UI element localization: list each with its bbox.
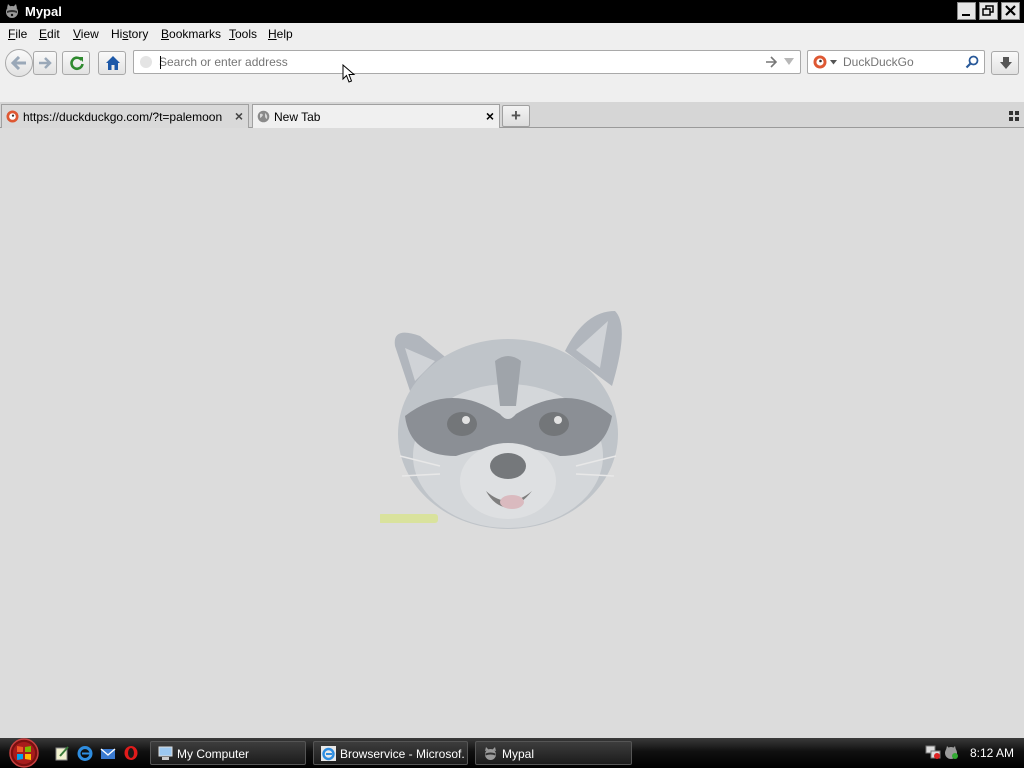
ie-icon xyxy=(321,746,336,761)
quicklaunch-ie-icon[interactable] xyxy=(77,745,93,761)
close-icon xyxy=(1005,5,1016,16)
home-icon xyxy=(106,56,120,70)
navigation-toolbar xyxy=(0,45,1024,102)
menu-help[interactable]: Help xyxy=(268,27,293,41)
quicklaunch-notepad-icon[interactable] xyxy=(54,745,70,761)
menu-bar: File Edit View History Bookmarks Tools H… xyxy=(0,23,1024,45)
menu-view[interactable]: View xyxy=(73,27,99,41)
quicklaunch-mail-icon[interactable] xyxy=(100,745,116,761)
duckduckgo-favicon-icon xyxy=(6,110,19,123)
task-label: Browservice - Microsof... xyxy=(340,747,464,761)
tab-duckduckgo[interactable]: https://duckduckgo.com/?t=palemoon × xyxy=(1,104,249,128)
back-button[interactable] xyxy=(5,49,33,77)
downloads-button[interactable] xyxy=(991,51,1019,75)
computer-icon xyxy=(158,746,173,760)
search-icon[interactable] xyxy=(965,55,979,69)
address-input[interactable] xyxy=(159,53,749,71)
back-arrow-icon xyxy=(11,56,26,70)
tab-label: https://duckduckgo.com/?t=palemoon xyxy=(23,110,223,124)
tray-app-icon[interactable] xyxy=(943,744,959,760)
menu-file[interactable]: File xyxy=(8,27,27,41)
go-arrow-icon[interactable] xyxy=(765,56,777,68)
taskbar-clock[interactable]: 8:12 AM xyxy=(970,746,1014,760)
tab-label: New Tab xyxy=(274,110,321,124)
tab-new-tab[interactable]: New Tab × xyxy=(252,104,500,129)
search-bar[interactable] xyxy=(807,50,985,74)
plus-icon: + xyxy=(511,106,521,125)
menu-bookmarks[interactable]: Bookmarks xyxy=(161,27,221,41)
globe-favicon-icon xyxy=(257,110,270,123)
raccoon-logo-watermark xyxy=(380,311,622,529)
task-label: My Computer xyxy=(177,747,250,761)
duckduckgo-engine-icon[interactable] xyxy=(813,55,827,69)
minimize-button[interactable] xyxy=(957,2,976,20)
title-bar[interactable]: Mypal xyxy=(0,0,1024,23)
menu-edit[interactable]: Edit xyxy=(39,27,60,41)
taskbar: My Computer Browservice - Microsof... My… xyxy=(0,738,1024,768)
mouse-cursor-icon xyxy=(342,64,356,83)
reload-icon xyxy=(70,56,84,71)
quicklaunch-opera-icon[interactable] xyxy=(123,745,139,761)
menu-tools[interactable]: Tools xyxy=(229,27,257,41)
forward-arrow-icon xyxy=(39,57,52,69)
window-title: Mypal xyxy=(25,4,62,19)
restore-button[interactable] xyxy=(979,2,998,20)
minimize-icon xyxy=(962,14,970,16)
task-browservice[interactable]: Browservice - Microsof... xyxy=(313,741,468,765)
reload-button[interactable] xyxy=(62,51,90,75)
tab-strip: https://duckduckgo.com/?t=palemoon × New… xyxy=(0,102,1024,129)
search-input[interactable] xyxy=(843,53,961,71)
text-caret xyxy=(160,56,161,69)
restore-icon xyxy=(982,5,994,16)
engine-dropdown-icon[interactable] xyxy=(830,60,837,65)
tab-close-icon[interactable]: × xyxy=(235,108,243,124)
mypal-task-icon xyxy=(485,747,496,760)
address-bar[interactable] xyxy=(133,50,801,74)
forward-button[interactable] xyxy=(33,51,57,75)
mypal-app-icon xyxy=(6,4,18,18)
close-window-button[interactable] xyxy=(1001,2,1020,20)
new-tab-button[interactable]: + xyxy=(502,105,530,127)
new-tab-page xyxy=(0,128,1024,738)
download-arrow-icon xyxy=(1000,57,1012,69)
tray-network-icon[interactable] xyxy=(925,744,941,760)
task-label: Mypal xyxy=(502,747,535,761)
menu-history[interactable]: History xyxy=(111,27,148,41)
task-my-computer[interactable]: My Computer xyxy=(150,741,306,765)
url-dropdown-icon[interactable] xyxy=(784,58,794,66)
task-mypal[interactable]: Mypal xyxy=(475,741,632,765)
tab-close-icon[interactable]: × xyxy=(486,108,494,124)
site-identity-icon[interactable] xyxy=(140,56,152,68)
start-button-icon[interactable] xyxy=(3,738,43,768)
home-button[interactable] xyxy=(98,51,126,75)
tab-groups-icon[interactable] xyxy=(1009,111,1019,121)
